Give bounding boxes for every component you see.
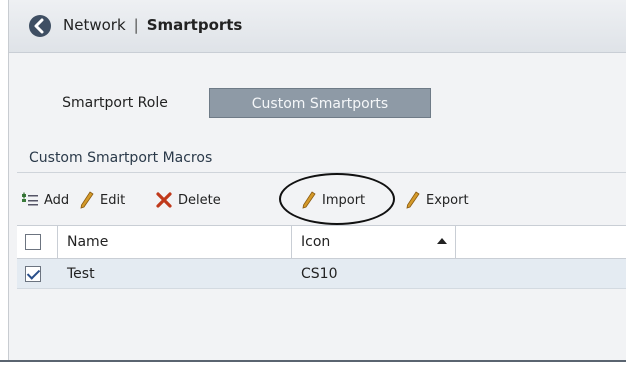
- back-arrow-icon: [34, 18, 44, 34]
- import-button[interactable]: Import: [301, 186, 365, 214]
- table-row[interactable]: Test CS10: [17, 259, 626, 289]
- row-checkbox[interactable]: [25, 265, 41, 282]
- back-button[interactable]: [29, 15, 51, 37]
- breadcrumb-separator: |: [133, 16, 139, 34]
- tab-smartport-role[interactable]: Smartport Role: [45, 88, 185, 118]
- row-name: Test: [67, 265, 95, 282]
- add-list-icon: [22, 192, 38, 206]
- page-title: Smartports: [146, 16, 243, 34]
- macros-table: Name Icon Test CS10: [17, 225, 626, 289]
- import-label: Import: [322, 192, 366, 208]
- section-title: Custom Smartport Macros: [29, 150, 213, 166]
- app-window: Network | Smartports Smartport Role Custom…: [8, 0, 626, 362]
- edit-label: Edit: [100, 192, 126, 208]
- column-divider: [455, 226, 456, 258]
- column-divider: [57, 226, 58, 258]
- delete-label: Delete: [178, 192, 221, 208]
- column-divider: [291, 226, 292, 258]
- sort-ascending-icon: [437, 238, 447, 244]
- tab-bar: Smartport Role Custom Smartports: [9, 88, 626, 118]
- header-bar: Network | Smartports: [9, 0, 626, 53]
- row-checkbox-cell: [25, 259, 51, 288]
- add-button[interactable]: Add: [21, 186, 69, 214]
- breadcrumb: Network | Smartports: [63, 16, 242, 34]
- breadcrumb-parent[interactable]: Network: [63, 16, 126, 34]
- pencil-icon: [302, 191, 316, 209]
- window-bottom-border: [0, 360, 626, 362]
- column-header-icon[interactable]: Icon: [301, 226, 451, 258]
- select-all-checkbox[interactable]: [25, 234, 41, 250]
- select-all-cell: [25, 226, 51, 258]
- table-header: Name Icon: [17, 225, 626, 259]
- row-icon: CS10: [301, 265, 338, 282]
- export-button[interactable]: Export: [405, 186, 469, 214]
- export-label: Export: [426, 192, 469, 208]
- toolbar: Add Edit Delete Import Export: [9, 186, 626, 214]
- red-x-icon: [156, 192, 172, 208]
- section-divider: [17, 172, 626, 173]
- pencil-icon: [406, 191, 420, 209]
- pencil-icon: [80, 191, 94, 209]
- column-header-name[interactable]: Name: [67, 226, 287, 258]
- edit-button[interactable]: Edit: [79, 186, 125, 214]
- delete-button[interactable]: Delete: [155, 186, 221, 214]
- tab-custom-smartports[interactable]: Custom Smartports: [209, 88, 431, 118]
- add-label: Add: [44, 192, 70, 208]
